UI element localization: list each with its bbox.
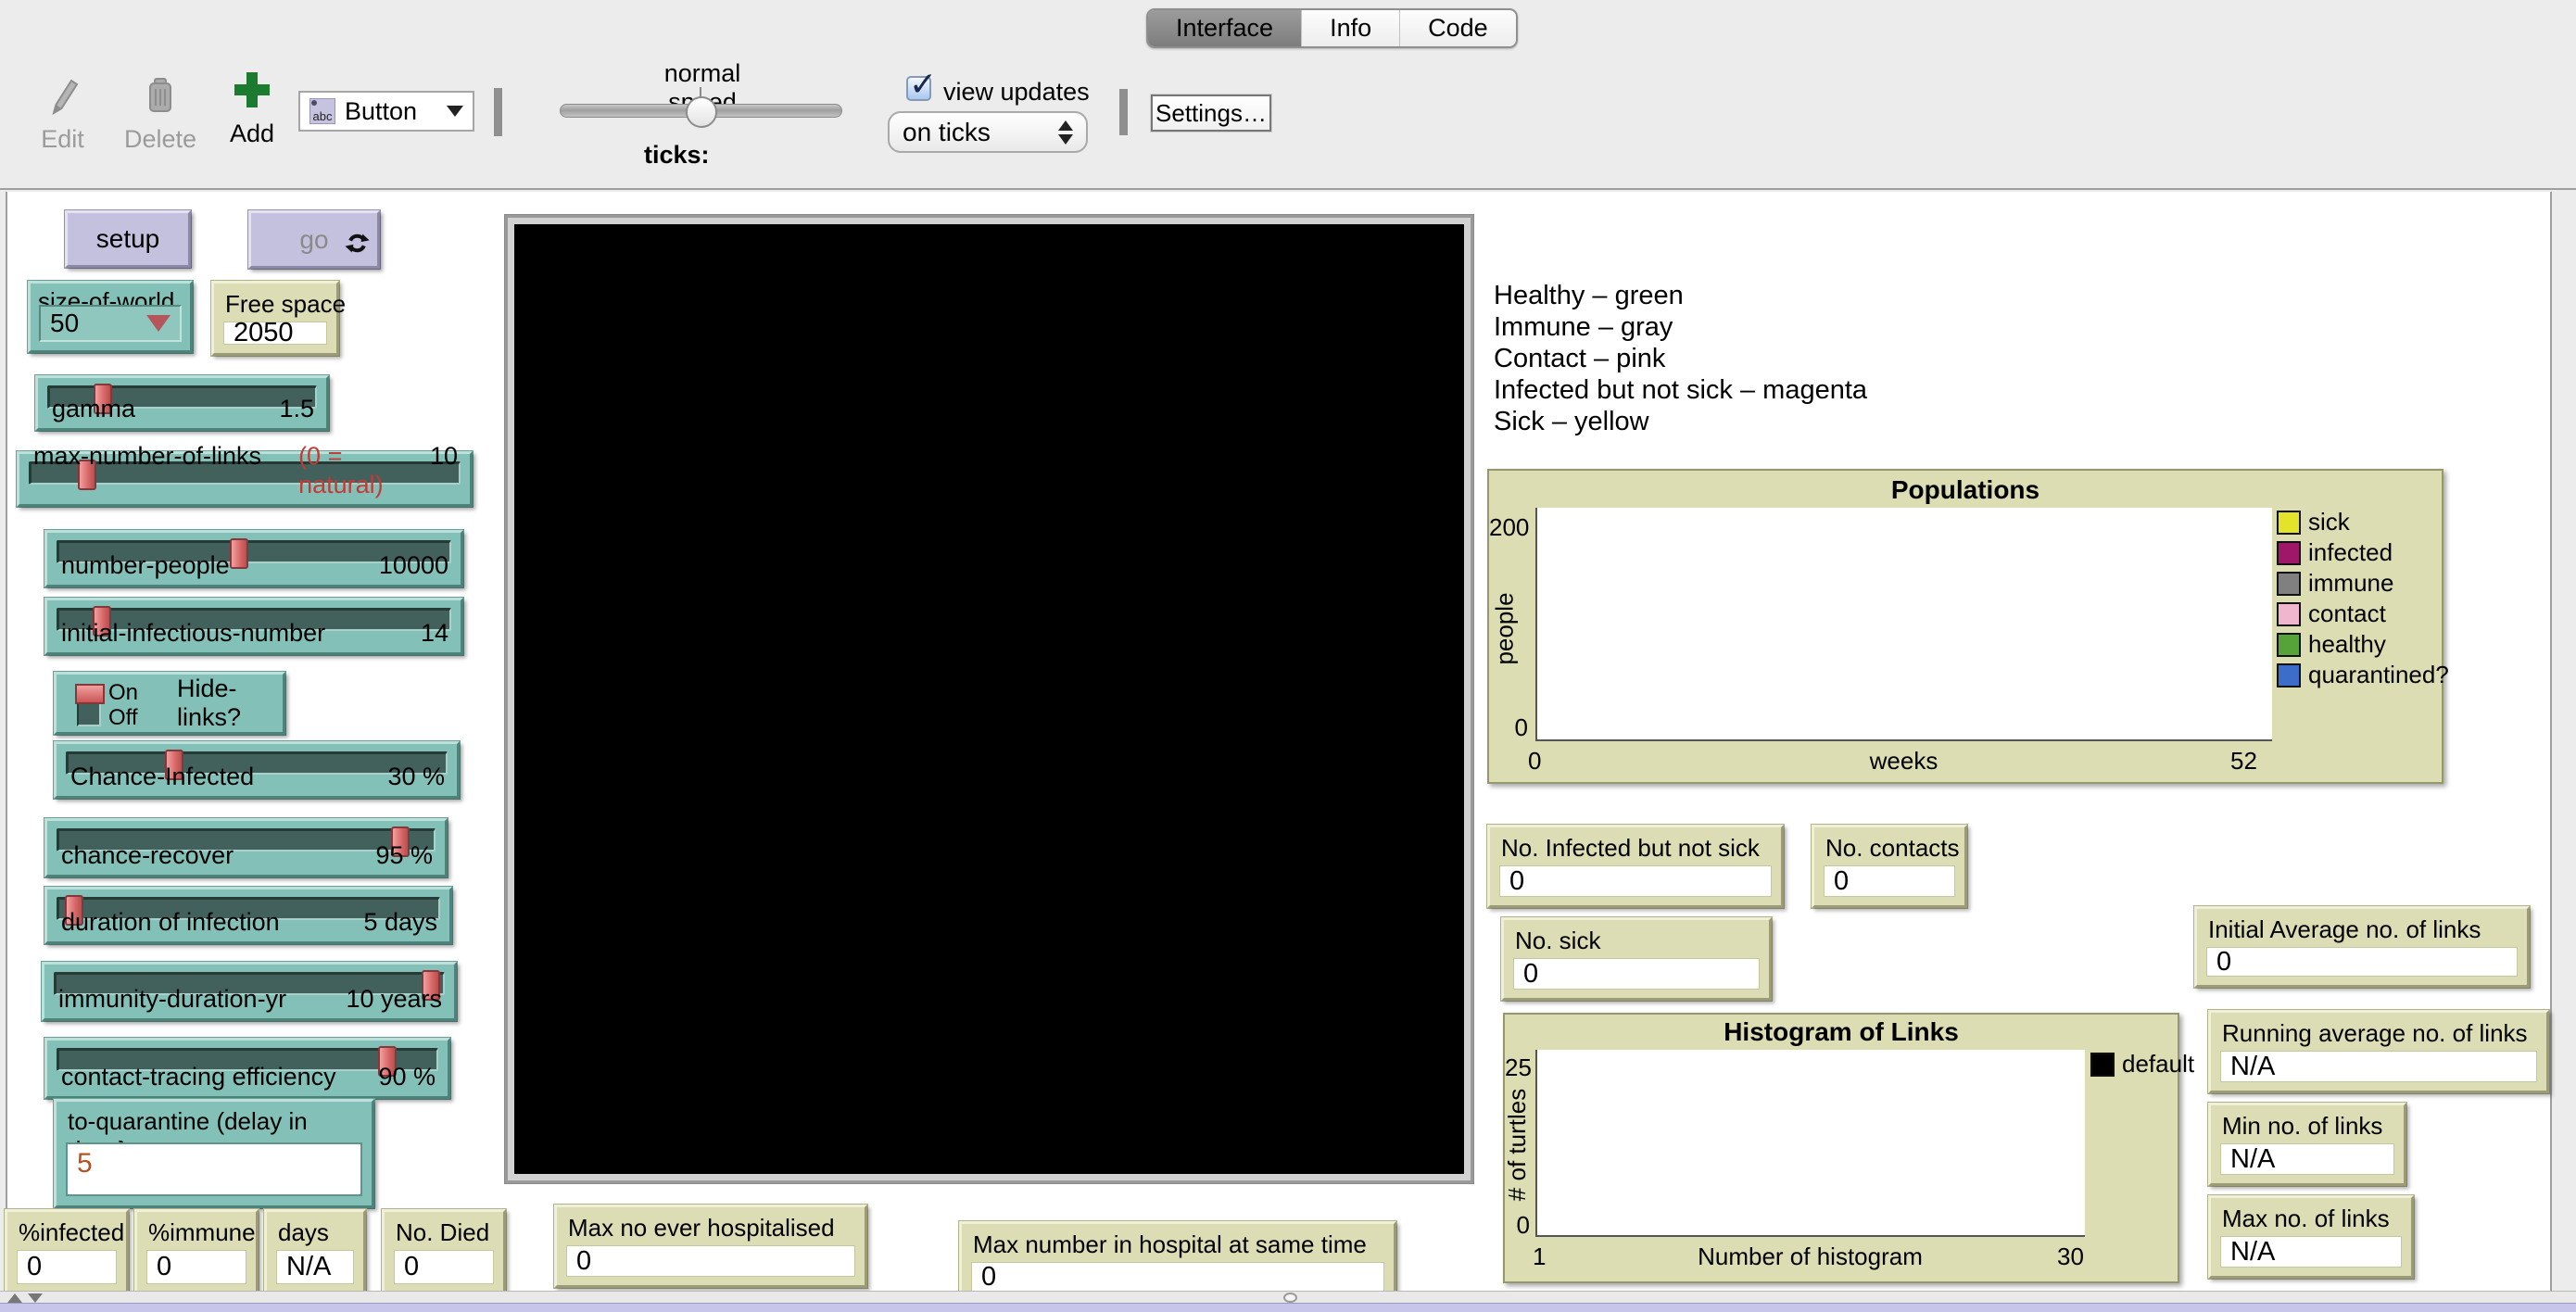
histogram-xlabel: Number of histogram [1698, 1243, 1923, 1270]
abc-widget-icon: abc [309, 98, 335, 124]
toolbar: Interface Info Code Edit Delete Add abc … [0, 0, 2576, 190]
populations-xlabel: weeks [1869, 747, 1938, 775]
widget-type-dropdown[interactable]: abc Button [298, 91, 474, 132]
slider-immunity-duration-yr: immunity-duration-yr 10 years [42, 962, 457, 1021]
pencil-icon [46, 76, 80, 120]
scroll-down-icon[interactable] [28, 1293, 43, 1303]
slider-initial-infectious-number: initial-infectious-number 14 [44, 598, 463, 655]
toolbar-separator [494, 88, 502, 136]
monitor-days: days N/A [264, 1209, 366, 1295]
tab-info[interactable]: Info [1301, 10, 1399, 46]
add-button[interactable]: Add [224, 70, 280, 148]
slider-gamma: gamma 1.5 [35, 375, 329, 431]
slider-duration-of-infection: duration of infection 5 days [44, 887, 452, 944]
monitor-no-infected-not-sick: No. Infected but not sick 0 [1487, 825, 1784, 908]
scroll-up-icon[interactable] [7, 1293, 22, 1303]
slider-chance-infected: Chance-Infected 30 % [54, 741, 460, 799]
chooser-value[interactable]: 50 [39, 305, 182, 342]
monitor-free-space: Free space 2050 [211, 281, 346, 356]
monitor-no-died: No. Died 0 [382, 1209, 506, 1295]
legend-swatch [2090, 1052, 2115, 1077]
speed-slider-thumb[interactable] [686, 96, 717, 128]
legend-item: quarantined? [2277, 661, 2449, 689]
forever-icon [345, 231, 370, 262]
switch-on-label: On [108, 680, 139, 705]
monitor-initial-avg-links: Initial Average no. of links 0 [2194, 906, 2530, 988]
legend-item: healthy [2277, 630, 2386, 659]
legend-item: contact [2277, 599, 2386, 628]
histogram-ylabel: # of turtles [1503, 1088, 1532, 1202]
toolbar-separator [1119, 89, 1128, 135]
ticks-label: ticks: [644, 141, 710, 169]
setup-button[interactable]: setup [65, 210, 191, 268]
color-key-text: Healthy – green Immune – gray Contact – … [1494, 281, 1868, 436]
edit-button[interactable]: Edit [28, 76, 97, 154]
bottom-strip [0, 1303, 2576, 1312]
tab-interface[interactable]: Interface [1148, 10, 1302, 46]
horizontal-scrollbar[interactable] [0, 1291, 2576, 1303]
histogram-plot-area [1535, 1050, 2085, 1237]
slider-chance-recover: chance-recover 95 % [44, 818, 448, 877]
monitor-running-avg-links: Running average no. of links N/A [2208, 1010, 2549, 1093]
legend-item: immune [2277, 569, 2393, 598]
monitor-no-contacts: No. contacts 0 [1812, 825, 1967, 908]
to-quarantine-input: to-quarantine (delay in days} 5 [54, 1099, 374, 1208]
world-view[interactable] [505, 215, 1473, 1183]
view-updates-label: view updates [943, 78, 1090, 106]
histogram-of-links-plot: Histogram of Links 25 0 # of turtles 1 N… [1503, 1013, 2194, 1283]
monitor-pct-immune: %immune 0 [134, 1209, 259, 1295]
view-updates-checkbox[interactable]: ✓ [906, 65, 937, 103]
go-button[interactable]: go [248, 210, 380, 269]
legend-swatch [2277, 510, 2301, 535]
update-mode-dropdown[interactable]: on ticks [888, 111, 1088, 153]
trash-icon [145, 76, 176, 120]
monitor-no-sick: No. sick 0 [1501, 917, 1772, 1001]
legend-swatch [2277, 540, 2301, 565]
input-field[interactable]: 5 [66, 1142, 362, 1196]
legend-swatch [2277, 662, 2301, 688]
legend-item: default [2090, 1050, 2194, 1079]
switch-label: Hide-links? [177, 675, 242, 731]
legend-swatch [2277, 601, 2301, 626]
size-of-world-chooser[interactable]: size-of-world 50 [28, 281, 193, 353]
tab-bar: Interface Info Code [1146, 8, 1518, 48]
delete-button[interactable]: Delete [119, 76, 202, 154]
monitor-max-links: Max no. of links N/A [2208, 1195, 2414, 1279]
slider-max-number-of-links: max-number-of-links (0 = natural) 10 [17, 442, 473, 507]
populations-ylabel: people [1490, 592, 1519, 665]
legend-item: sick [2277, 508, 2350, 536]
switch-groove[interactable] [75, 684, 105, 726]
hide-links-switch[interactable]: On Off Hide-links? [54, 672, 285, 735]
chooser-arrow-icon [146, 315, 170, 332]
dropdown-arrow-icon [447, 106, 463, 117]
legend-item: infected [2277, 538, 2393, 567]
switch-knob[interactable] [75, 684, 105, 704]
slider-contact-tracing-efficiency: contact-tracing efficiency 90 % [44, 1038, 450, 1099]
monitor-pct-infected: %infected 0 [5, 1209, 129, 1295]
legend-swatch [2277, 571, 2301, 596]
slider-number-people: number-people 10000 [44, 530, 463, 587]
plus-icon [233, 70, 271, 114]
populations-plot: Populations 200 0 people 0 weeks 52 sick… [1487, 469, 2449, 784]
scrollbar-thumb[interactable] [1283, 1293, 1297, 1303]
switch-off-label: Off [108, 705, 138, 730]
monitor-min-links: Min no. of links N/A [2208, 1103, 2406, 1186]
monitor-max-no-ever-hospitalised: Max no ever hospitalised 0 [554, 1205, 867, 1288]
legend-swatch [2277, 632, 2301, 657]
tab-code[interactable]: Code [1399, 10, 1516, 46]
populations-plot-area [1535, 508, 2272, 741]
check-icon: ✓ [909, 65, 938, 103]
spinner-icon [1058, 120, 1073, 145]
settings-button[interactable]: Settings… [1150, 94, 1272, 132]
